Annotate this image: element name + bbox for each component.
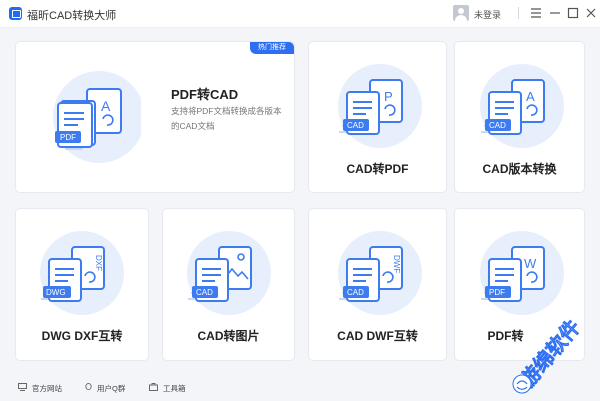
footer-link-toolbox[interactable]: 工具箱 xyxy=(163,383,186,394)
tool-2-doc-tag: DWG xyxy=(46,288,66,297)
cad-to-pdf-card[interactable]: P CAD CAD转PDF xyxy=(308,41,447,193)
toolbox-icon xyxy=(149,383,158,391)
cad-to-image-card[interactable]: CAD CAD转图片 xyxy=(162,208,295,361)
title-divider xyxy=(518,7,519,19)
tool-0-doc-letter: P xyxy=(384,89,393,104)
watermark: 游绵软件 xyxy=(506,288,600,401)
cad-version-convert-icon: A CAD xyxy=(470,60,570,155)
tool-1-doc-letter: A xyxy=(526,89,535,104)
tool-2-doc-letter: DXF xyxy=(94,255,103,271)
tool-5-doc-letter: W xyxy=(524,256,537,271)
footer-link-website[interactable]: 官方网站 xyxy=(32,383,62,394)
app-title: 福昕CAD转换大师 xyxy=(27,10,117,22)
cad-version-convert-card[interactable]: A CAD CAD版本转换 xyxy=(454,41,585,193)
app-logo-icon xyxy=(9,7,22,20)
featured-doc-letter: A xyxy=(101,98,111,114)
title-bar: 福昕CAD转换大师 未登录 xyxy=(0,0,600,28)
cad-dwf-convert-label: CAD DWF互转 xyxy=(337,329,418,343)
cad-version-convert-label: CAD版本转换 xyxy=(482,162,557,176)
cad-dwf-convert-card[interactable]: DWF CAD CAD DWF互转 xyxy=(308,208,447,361)
dwg-dxf-convert-icon: DXF DWG xyxy=(30,227,130,322)
maximize-icon[interactable] xyxy=(564,4,582,22)
dwg-dxf-convert-card[interactable]: DXF DWG DWG DXF互转 xyxy=(15,208,149,361)
cad-to-image-icon: CAD xyxy=(177,227,277,322)
tool-3-doc-tag: CAD xyxy=(196,288,213,297)
cad-dwf-convert-icon: DWF CAD xyxy=(328,227,428,322)
login-link[interactable]: 未登录 xyxy=(474,8,501,21)
hot-badge: 热门推荐 xyxy=(250,42,294,54)
close-icon[interactable] xyxy=(582,4,600,22)
featured-title: PDF转CAD xyxy=(171,87,239,102)
featured-description: 支持将PDF文档转换成各版本的CAD文档 xyxy=(171,106,282,131)
tool-5-doc-tag: PDF xyxy=(489,288,505,297)
pdf-to-cad-card[interactable]: 热门推荐 A PDF PDF转CAD 支持将PDF文档转换成各版本的CAD文档 xyxy=(15,41,295,193)
footer-link-qq-group[interactable]: 用户Q群 xyxy=(97,383,125,394)
tool-1-doc-tag: CAD xyxy=(489,121,506,130)
qq-group-icon xyxy=(85,383,92,391)
dwg-dxf-convert-label: DWG DXF互转 xyxy=(41,329,123,343)
website-icon xyxy=(18,383,27,391)
featured-doc-tag: PDF xyxy=(60,133,76,142)
cad-to-pdf-icon: P CAD xyxy=(328,60,428,155)
menu-icon[interactable] xyxy=(527,4,545,22)
cad-to-image-label: CAD转图片 xyxy=(197,329,260,343)
tool-0-doc-tag: CAD xyxy=(347,121,364,130)
tool-4-doc-letter: DWF xyxy=(392,255,401,273)
tool-4-doc-tag: CAD xyxy=(347,288,364,297)
pdf-to-cad-icon: A PDF xyxy=(41,67,145,172)
user-avatar-icon[interactable] xyxy=(453,5,469,21)
cad-to-pdf-label: CAD转PDF xyxy=(346,162,409,176)
minimize-icon[interactable] xyxy=(546,4,564,22)
